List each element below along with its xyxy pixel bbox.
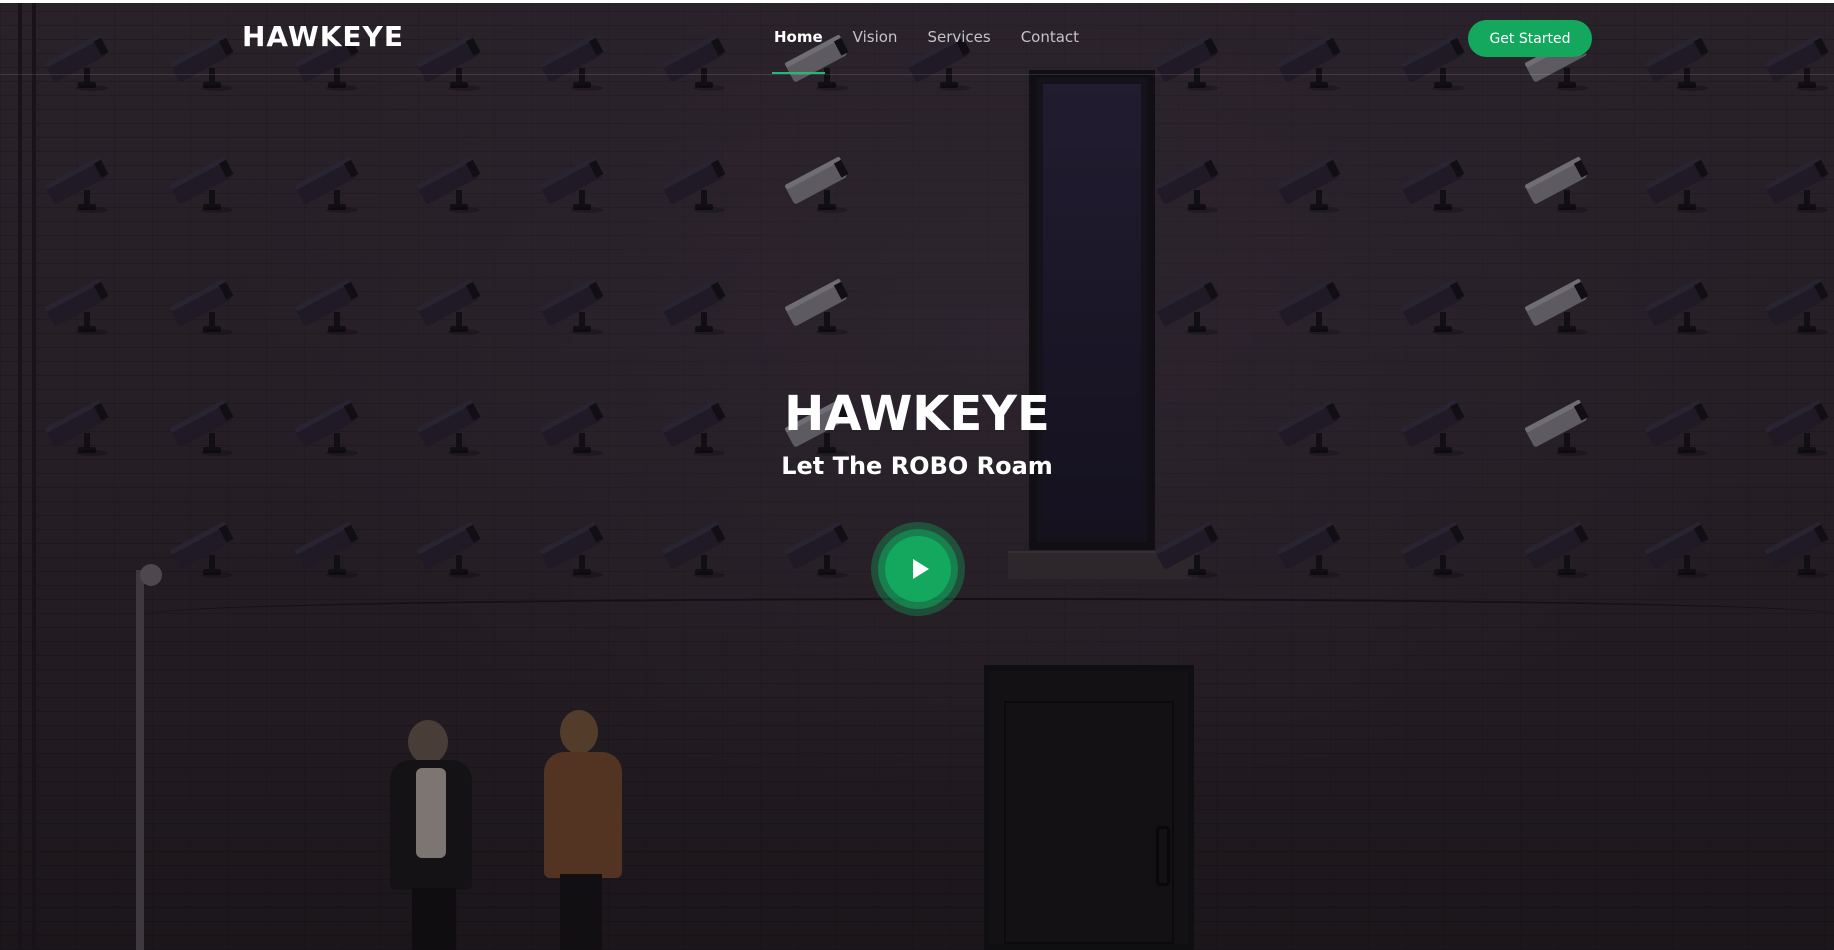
- security-camera-icon: [657, 150, 737, 214]
- play-video-button[interactable]: [871, 522, 965, 616]
- security-camera-icon: [780, 150, 860, 214]
- play-icon: [912, 559, 929, 579]
- security-camera-icon: [1396, 272, 1476, 336]
- nav-link-services[interactable]: Services: [927, 28, 990, 46]
- wall-wire: [150, 598, 1834, 614]
- security-camera-icon: [1396, 515, 1476, 579]
- security-camera-icon: [780, 272, 860, 336]
- door-handle: [1156, 826, 1170, 886]
- security-camera-icon: [290, 272, 370, 336]
- nav-link-home[interactable]: Home: [772, 28, 825, 74]
- site-logo[interactable]: HAWKEYE: [242, 20, 404, 53]
- hero-title: HAWKEYE: [784, 386, 1050, 442]
- security-camera-icon: [290, 150, 370, 214]
- main-nav: Home Vision Services Contact: [772, 28, 1079, 74]
- security-camera-icon: [1640, 515, 1720, 579]
- security-camera-icon: [1760, 150, 1834, 214]
- get-started-button[interactable]: Get Started: [1468, 20, 1592, 57]
- security-camera-icon: [412, 150, 492, 214]
- security-camera-icon: [657, 272, 737, 336]
- security-camera-icon: [535, 272, 615, 336]
- security-camera-icon: [165, 150, 245, 214]
- security-camera-icon: [1150, 150, 1230, 214]
- hero-subtitle: Let The ROBO Roam: [781, 452, 1053, 480]
- building-door: [984, 665, 1194, 950]
- security-camera-icon: [40, 150, 120, 214]
- security-camera-icon: [1760, 515, 1834, 579]
- person-left: [386, 720, 486, 950]
- security-camera-icon: [535, 150, 615, 214]
- security-camera-icon: [1150, 515, 1230, 579]
- security-camera-icon: [1760, 272, 1834, 336]
- security-camera-icon: [535, 515, 615, 579]
- security-camera-icon: [1272, 150, 1352, 214]
- security-camera-icon: [1520, 515, 1600, 579]
- security-camera-icon: [165, 515, 245, 579]
- site-header: HAWKEYE Home Vision Services Contact Get…: [0, 0, 1834, 75]
- security-camera-icon: [1396, 150, 1476, 214]
- security-camera-icon: [780, 515, 860, 579]
- security-camera-icon: [657, 515, 737, 579]
- play-button-core: [885, 536, 951, 602]
- nav-link-contact[interactable]: Contact: [1021, 28, 1079, 46]
- security-camera-icon: [290, 515, 370, 579]
- security-camera-icon: [412, 272, 492, 336]
- wall-pipe: [136, 570, 144, 950]
- top-border: [0, 0, 1834, 3]
- security-camera-icon: [1520, 150, 1600, 214]
- security-camera-icon: [1272, 272, 1352, 336]
- security-camera-icon: [165, 272, 245, 336]
- pipe-light: [140, 564, 162, 586]
- nav-link-vision[interactable]: Vision: [853, 28, 898, 46]
- person-right: [542, 710, 632, 950]
- security-camera-icon: [40, 272, 120, 336]
- security-camera-icon: [1640, 272, 1720, 336]
- security-camera-icon: [1150, 272, 1230, 336]
- security-camera-icon: [1640, 150, 1720, 214]
- security-camera-icon: [1520, 272, 1600, 336]
- security-camera-icon: [1272, 515, 1352, 579]
- security-camera-icon: [412, 515, 492, 579]
- play-button-ring: [878, 529, 958, 609]
- hero-section: HAWKEYE Home Vision Services Contact Get…: [0, 0, 1834, 950]
